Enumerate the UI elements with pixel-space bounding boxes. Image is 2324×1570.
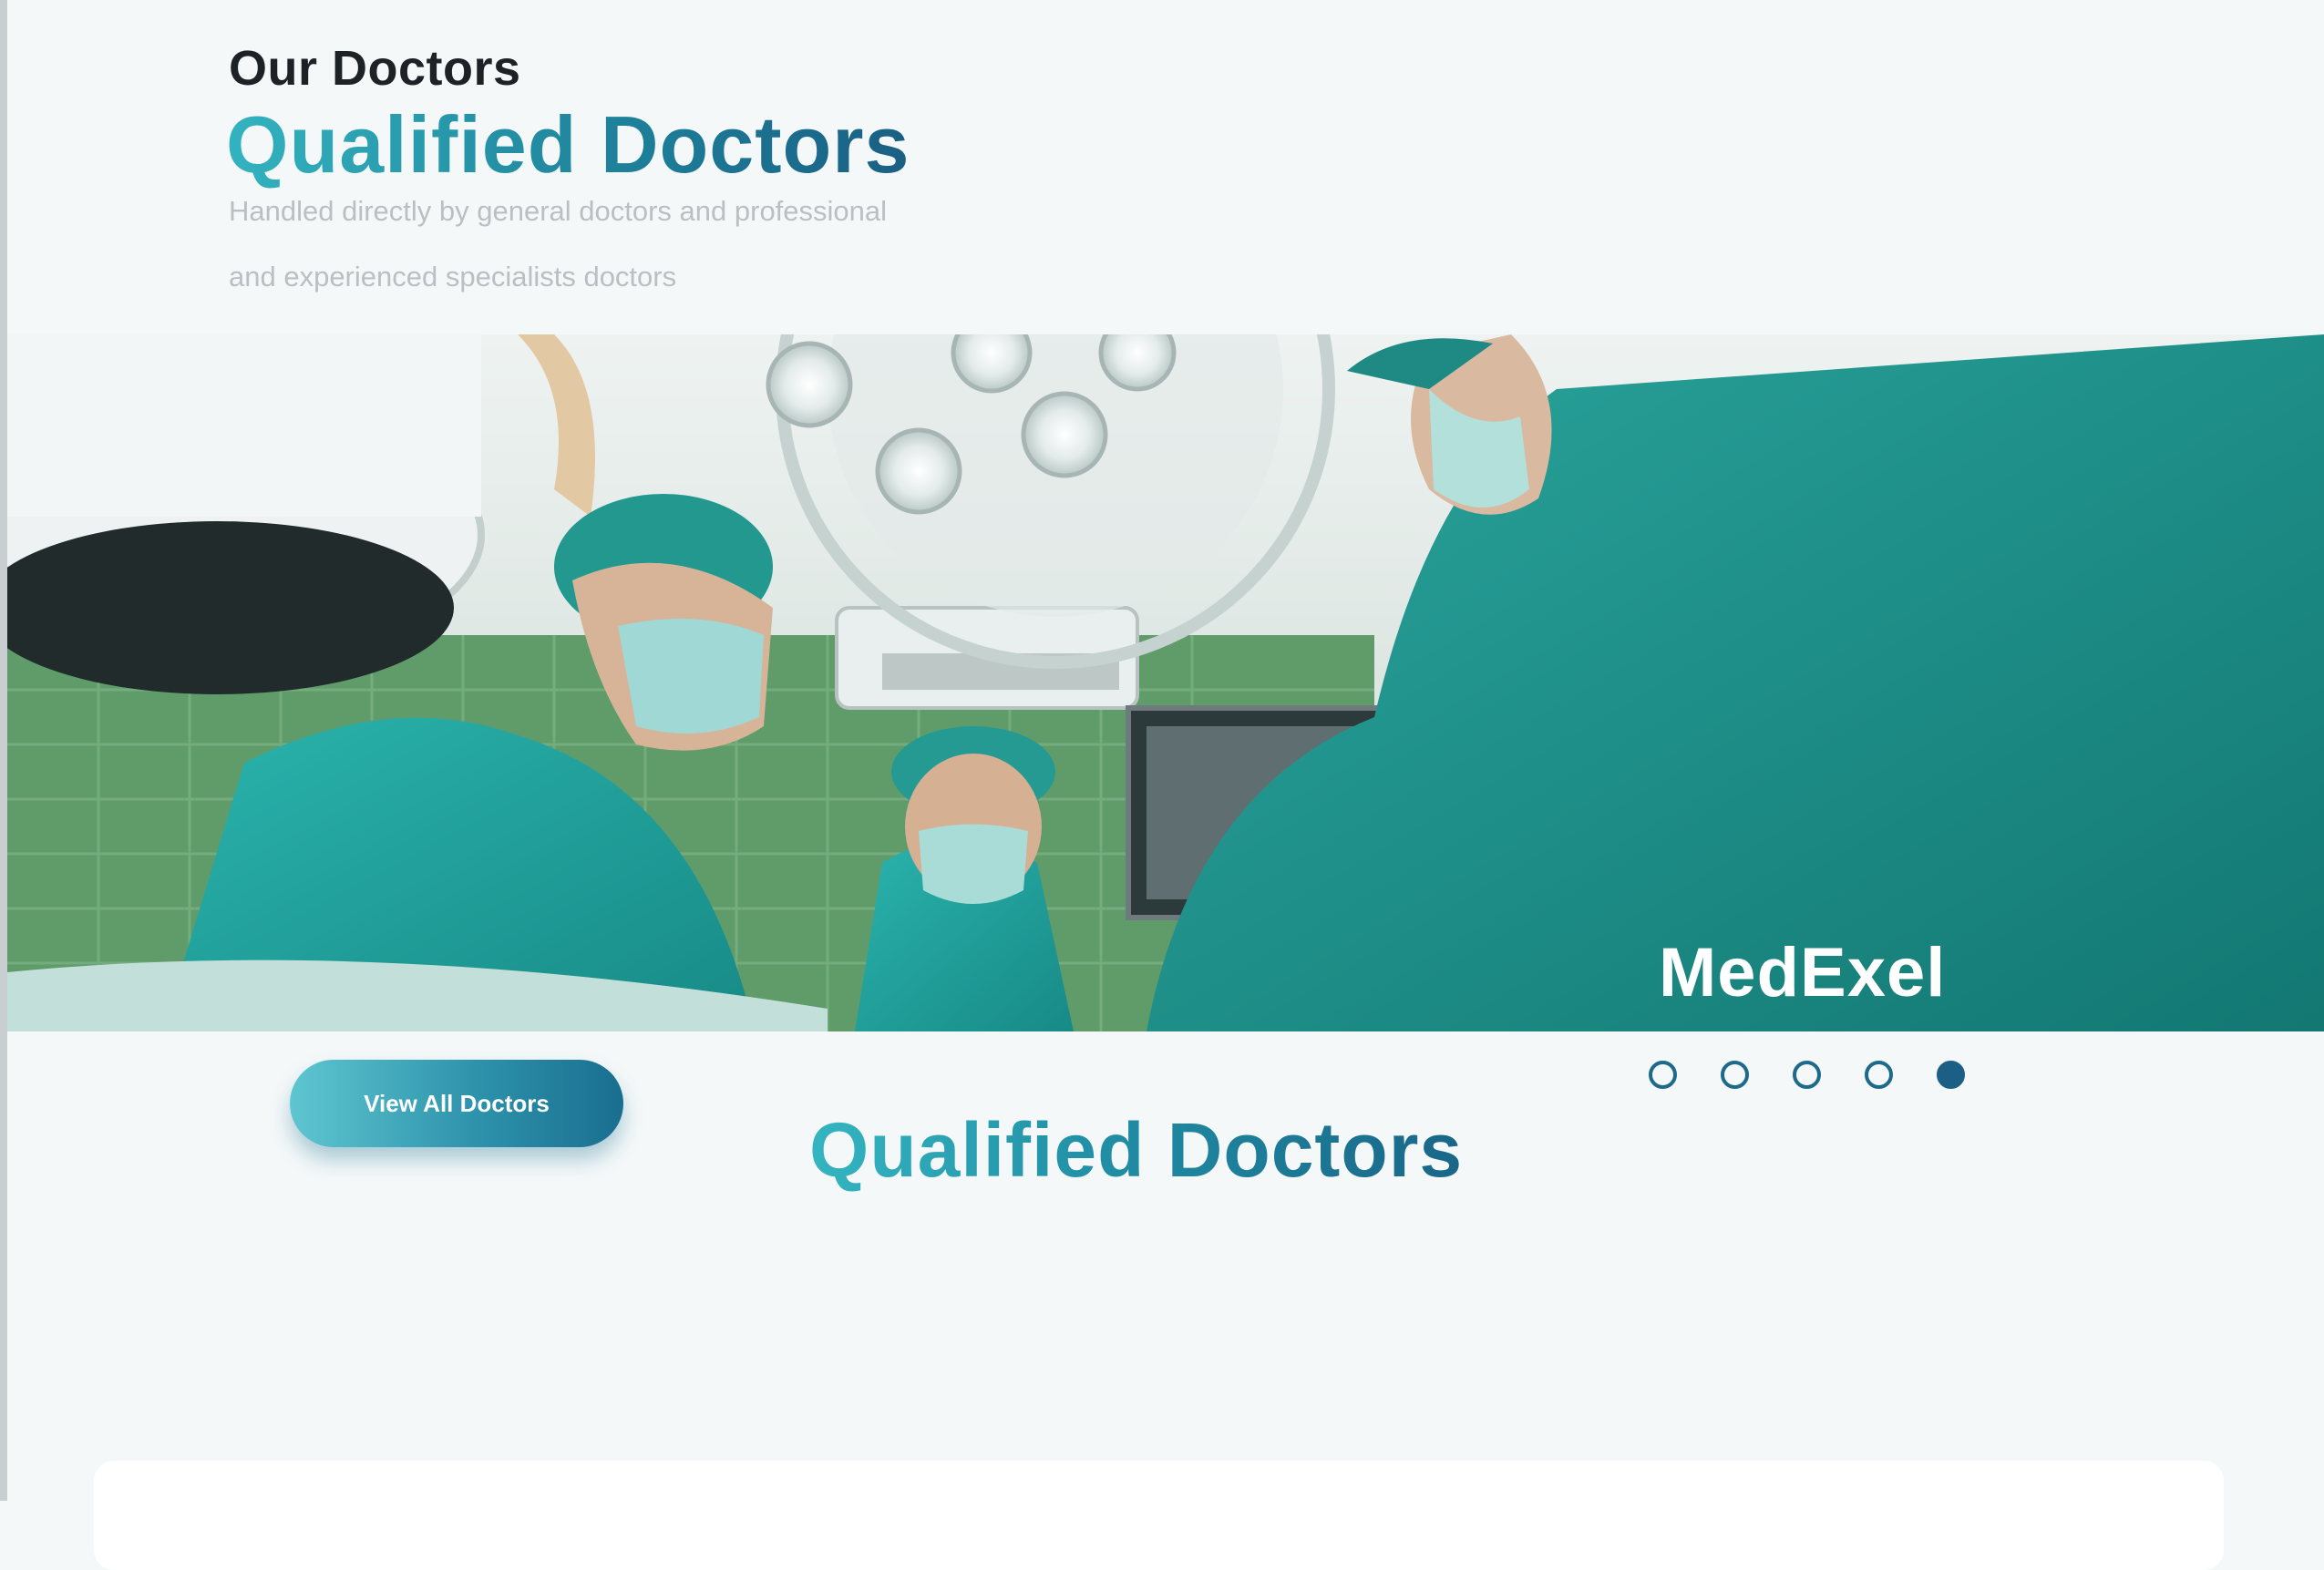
section-title: Qualified Doctors — [226, 99, 910, 190]
carousel-dot-2[interactable] — [1721, 1061, 1749, 1089]
carousel-pagination — [1649, 1061, 1965, 1089]
carousel-dot-3[interactable] — [1793, 1061, 1821, 1089]
hero-image: MedExel — [7, 334, 2324, 1031]
operating-room-illustration — [7, 334, 2324, 1031]
carousel-dot-1[interactable] — [1649, 1061, 1677, 1089]
carousel-dot-5-active[interactable] — [1937, 1061, 1965, 1089]
subheading: Qualified Doctors — [809, 1107, 1464, 1193]
section-eyebrow: Our Doctors — [229, 41, 521, 96]
left-border — [0, 0, 7, 1501]
hero-brand-text: MedExel — [1659, 934, 1947, 1011]
carousel-dot-4[interactable] — [1865, 1061, 1893, 1089]
section-description-line-1: Handled directly by general doctors and … — [229, 195, 888, 227]
section-description-line-2: and experienced specialists doctors — [229, 261, 677, 292]
content-card — [94, 1461, 2224, 1570]
view-all-doctors-button[interactable]: View All Doctors — [290, 1060, 623, 1147]
